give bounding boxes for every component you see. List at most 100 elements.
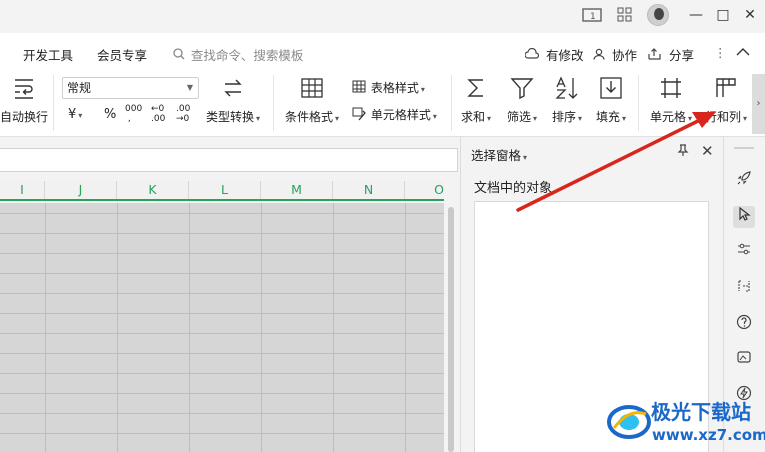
selection-pane-title-text: 选择窗格 <box>471 148 522 163</box>
modified-status-button[interactable]: 有修改 <box>524 45 584 64</box>
caret-down-icon: ▾ <box>622 114 627 123</box>
column-header[interactable]: I <box>0 181 45 199</box>
wrap-text-icon <box>11 75 37 101</box>
more-options-icon[interactable]: ⋮ <box>714 45 727 60</box>
currency-symbol: ¥ <box>68 107 77 122</box>
cell-button[interactable]: 单元格 ▾ <box>645 75 697 125</box>
percent-format-button[interactable]: % <box>104 107 116 122</box>
watermark-logo-icon <box>607 405 651 439</box>
ribbon-scroll-right-button[interactable]: › <box>752 74 765 134</box>
column-header[interactable]: O <box>405 181 444 199</box>
cell-style-button[interactable]: 单元格样式 ▾ <box>352 106 437 123</box>
close-button[interactable]: ✕ <box>738 5 762 25</box>
vertical-scrollbar[interactable] <box>446 201 457 452</box>
conditional-format-label: 条件格式 <box>284 110 333 124</box>
caret-down-icon: ▾ <box>523 153 528 162</box>
share-label: 分享 <box>668 48 694 63</box>
type-convert-label: 类型转换 <box>205 110 254 124</box>
tab-developer-tools[interactable]: 开发工具 <box>23 45 73 64</box>
row-col-label: 行和列 <box>704 110 741 124</box>
caret-down-icon: ▾ <box>78 111 83 120</box>
search-icon <box>173 48 189 63</box>
sum-button[interactable]: 求和 ▾ <box>456 75 496 125</box>
row-col-button[interactable]: 行和列 ▾ <box>700 75 752 125</box>
transform-icon[interactable] <box>733 278 755 300</box>
sort-label: 排序 <box>551 110 576 124</box>
maximize-button[interactable]: □ <box>711 5 735 25</box>
sort-button[interactable]: 排序 ▾ <box>547 75 587 125</box>
filter-button[interactable]: 筛选 ▾ <box>502 75 542 125</box>
tab-member-exclusive[interactable]: 会员专享 <box>97 45 147 64</box>
help-icon[interactable] <box>733 314 755 336</box>
menu-bar: 开发工具 会员专享 查找命令、搜索模板 有修改 协作 分享 ⋮ <box>0 33 765 71</box>
close-pane-icon[interactable]: ✕ <box>701 142 714 160</box>
cell-icon <box>658 75 684 101</box>
fill-label: 填充 <box>595 110 620 124</box>
caret-down-icon: ▾ <box>420 85 425 94</box>
watermark-logo: 极光下载站 www.xz7.com <box>606 392 765 450</box>
select-cursor-icon[interactable] <box>733 206 755 228</box>
type-convert-button[interactable]: 类型转换 ▾ <box>203 75 263 125</box>
conditional-format-button[interactable]: 条件格式 ▾ <box>283 75 341 125</box>
column-header[interactable]: K <box>117 181 189 199</box>
column-header[interactable]: L <box>189 181 261 199</box>
ribbon-toolbar: 自动换行 常规 ▼ ¥ ▾ % 000 , ←0 .00 .00 →0 类型转换 ▾… <box>0 71 765 137</box>
wrap-text-label: 自动换行 <box>0 110 49 124</box>
image-tool-icon[interactable] <box>733 349 755 371</box>
spreadsheet-area: I J K L M N O <box>0 137 459 452</box>
share-button[interactable]: 分享 <box>648 45 694 64</box>
fill-button[interactable]: 填充 ▾ <box>591 75 631 125</box>
table-style-icon <box>352 80 366 93</box>
caret-down-icon: ▾ <box>335 114 340 123</box>
table-style-button[interactable]: 表格样式 ▾ <box>352 79 425 96</box>
convert-icon <box>220 75 246 101</box>
thousands-separator-button[interactable]: 000 , <box>125 104 142 124</box>
minimize-button[interactable]: — <box>684 5 708 25</box>
collab-label: 协作 <box>611 48 637 63</box>
decrease-decimal-button[interactable]: .00 →0 <box>176 104 196 124</box>
formula-bar[interactable] <box>0 148 458 172</box>
filter-label: 筛选 <box>506 110 531 124</box>
apps-grid-icon[interactable] <box>615 7 635 25</box>
wrap-text-button[interactable]: 自动换行 <box>0 75 48 125</box>
currency-format-button[interactable]: ¥ ▾ <box>68 107 82 122</box>
sliders-icon[interactable] <box>733 241 755 263</box>
conditional-format-icon <box>299 75 325 101</box>
cloud-icon <box>524 47 543 63</box>
rail-grip <box>734 147 754 149</box>
collaborate-button[interactable]: 协作 <box>593 45 637 64</box>
column-header[interactable]: J <box>45 181 117 199</box>
caret-down-icon: ▾ <box>533 114 538 123</box>
sort-icon <box>554 75 580 101</box>
cell-label: 单元格 <box>649 110 686 124</box>
objects-label: 文档中的对象 <box>474 181 553 196</box>
share-icon <box>648 48 666 63</box>
column-header[interactable]: M <box>261 181 333 199</box>
title-bar: 1 — □ ✕ <box>0 0 765 33</box>
rocket-icon[interactable] <box>733 170 755 192</box>
table-style-label: 表格样式 <box>370 81 419 95</box>
cell-grid[interactable] <box>0 203 444 452</box>
column-header[interactable]: N <box>333 181 405 199</box>
collapse-ribbon-icon[interactable] <box>736 45 750 60</box>
caret-down-icon: ▾ <box>688 114 693 123</box>
user-avatar[interactable] <box>647 4 669 26</box>
modified-label: 有修改 <box>545 48 584 63</box>
chevron-down-icon: ▼ <box>186 83 193 92</box>
cell-style-label: 单元格样式 <box>370 108 431 122</box>
increase-decimal-button[interactable]: ←0 .00 <box>151 104 171 124</box>
pin-icon[interactable] <box>676 143 690 161</box>
command-search[interactable]: 查找命令、搜索模板 <box>173 45 303 64</box>
caret-down-icon: ▾ <box>743 114 748 123</box>
number-format-value: 常规 <box>67 81 92 95</box>
selection-pane-title[interactable]: 选择窗格 ▾ <box>471 145 527 164</box>
scrollbar-thumb[interactable] <box>448 207 454 452</box>
column-header-row: I J K L M N O <box>0 181 444 201</box>
caret-down-icon: ▾ <box>256 114 261 123</box>
divider <box>273 75 274 131</box>
sum-label: 求和 <box>460 110 485 124</box>
watermark-site-name: 极光下载站 <box>651 400 751 424</box>
reading-mode-icon[interactable]: 1 <box>582 7 602 25</box>
caret-down-icon: ▾ <box>432 112 437 121</box>
number-format-select[interactable]: 常规 ▼ <box>62 77 199 99</box>
